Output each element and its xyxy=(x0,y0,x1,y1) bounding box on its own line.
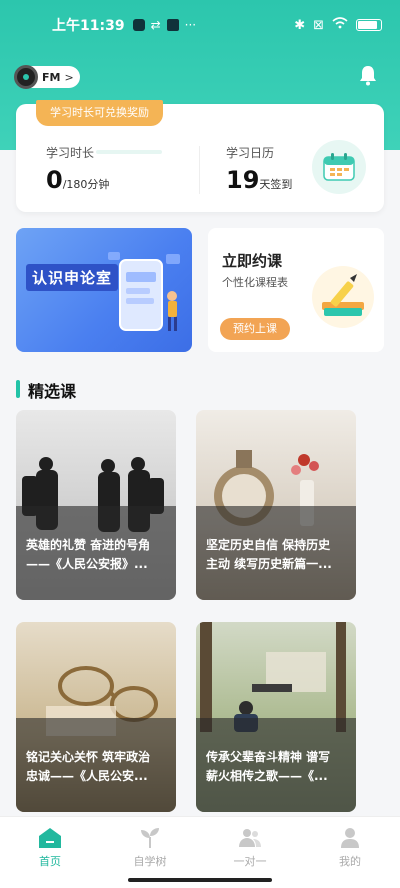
course-caption: 铭记关心关怀 筑牢政治 忠诚——《人民公安... xyxy=(16,718,176,812)
sprout-icon xyxy=(141,828,159,848)
essay-banner[interactable]: 认识申论室 xyxy=(16,228,192,352)
users-icon xyxy=(239,829,261,847)
bell-icon[interactable] xyxy=(358,64,378,86)
course-card[interactable]: 坚定历史自信 保持历史 主动 续写历史新篇一... xyxy=(196,410,356,600)
pencil-book-icon xyxy=(312,266,374,328)
fm-disc-icon xyxy=(14,65,38,89)
notification-icon xyxy=(132,19,145,31)
tab-label: 我的 xyxy=(339,855,361,868)
calendar-icon[interactable] xyxy=(312,140,366,194)
tab-home[interactable]: 首页 xyxy=(20,827,80,869)
course-caption: 坚定历史自信 保持历史 主动 续写历史新篇一... xyxy=(196,506,356,600)
section-accent-bar xyxy=(16,380,20,398)
study-duration-value[interactable]: 0/180分钟 xyxy=(46,166,109,194)
no-sim-icon: ⊠ xyxy=(313,17,324,33)
course-title-line1: 坚定历史自信 保持历史 xyxy=(206,538,331,552)
course-title-line1: 传承父辈奋斗精神 谱写 xyxy=(206,750,331,764)
tab-self-study[interactable]: 自学树 xyxy=(120,827,180,869)
course-title-line2: 忠诚——《人民公安... xyxy=(26,769,148,783)
home-indicator xyxy=(128,878,272,882)
course-title-line2: ——《人民公安报》... xyxy=(26,557,148,571)
course-title-line2: 主动 续写历史新篇一... xyxy=(206,557,332,571)
park-bench-image xyxy=(200,622,346,732)
fm-button[interactable]: FM > xyxy=(14,65,80,89)
course-card[interactable]: 英雄的礼赞 奋进的号角 ——《人民公安报》... xyxy=(16,410,176,600)
stats-divider xyxy=(199,146,200,194)
fm-label: FM xyxy=(42,70,61,84)
study-duration-progress xyxy=(96,150,162,154)
study-calendar-value[interactable]: 19天签到 xyxy=(226,166,292,194)
reward-badge[interactable]: 学习时长可兑换奖励 xyxy=(36,100,163,126)
usb-icon: ⇄ xyxy=(150,18,161,32)
banner-title: 认识申论室 xyxy=(26,264,119,291)
course-title-line1: 铭记关心关怀 筑牢政治 xyxy=(26,750,151,764)
book-class-button[interactable]: 预约上课 xyxy=(220,318,290,340)
profile-icon xyxy=(341,828,359,848)
course-card[interactable]: 铭记关心关怀 筑牢政治 忠诚——《人民公安... xyxy=(16,622,176,812)
course-caption: 传承父辈奋斗精神 谱写 薪火相传之歌——《... xyxy=(196,718,356,812)
calendar-days-unit: 天签到 xyxy=(259,178,293,191)
tab-one-on-one[interactable]: 一对一 xyxy=(220,827,280,869)
app-notification-icon xyxy=(166,19,179,31)
appointment-title: 立即约课 xyxy=(222,252,283,270)
battery-icon xyxy=(356,19,382,31)
status-bar: 上午11:39 ⇄ ··· ✱ ⊠ xyxy=(0,0,400,50)
tab-profile[interactable]: 我的 xyxy=(320,827,380,869)
course-title-line2: 薪火相传之歌——《... xyxy=(206,769,328,783)
study-duration-label: 学习时长 xyxy=(46,146,95,160)
course-caption: 英雄的礼赞 奋进的号角 ——《人民公安报》... xyxy=(16,506,176,600)
bottom-tab-bar: 首页 自学树 一对一 我的 xyxy=(0,816,400,888)
tab-label: 首页 xyxy=(39,855,61,868)
course-title-line1: 英雄的礼赞 奋进的号角 xyxy=(26,538,151,552)
appointment-subtitle: 个性化课程表 xyxy=(222,276,288,289)
home-icon xyxy=(39,828,61,848)
wifi-icon xyxy=(332,17,348,33)
more-notifications: ··· xyxy=(184,18,197,32)
appointment-card[interactable]: 立即约课 个性化课程表 预约上课 xyxy=(208,228,384,352)
phone-illustration xyxy=(108,252,180,331)
study-duration-number: 0 xyxy=(46,166,63,194)
study-calendar-label: 学习日历 xyxy=(226,146,275,160)
bluetooth-icon: ✱ xyxy=(294,17,306,33)
status-time: 上午11:39 xyxy=(52,18,125,34)
tab-label: 一对一 xyxy=(233,855,267,868)
section-title: 精选课 xyxy=(28,382,77,401)
calendar-days-number: 19 xyxy=(226,166,260,194)
study-stats-card: 学习时长可兑换奖励 学习时长 0/180分钟 学习日历 19天签到 xyxy=(16,100,384,212)
tab-label: 自学树 xyxy=(133,855,167,868)
study-duration-unit: /180分钟 xyxy=(62,178,110,191)
course-card[interactable]: 传承父辈奋斗精神 谱写 薪火相传之歌——《... xyxy=(196,622,356,812)
chevron-right-icon: > xyxy=(64,70,74,84)
